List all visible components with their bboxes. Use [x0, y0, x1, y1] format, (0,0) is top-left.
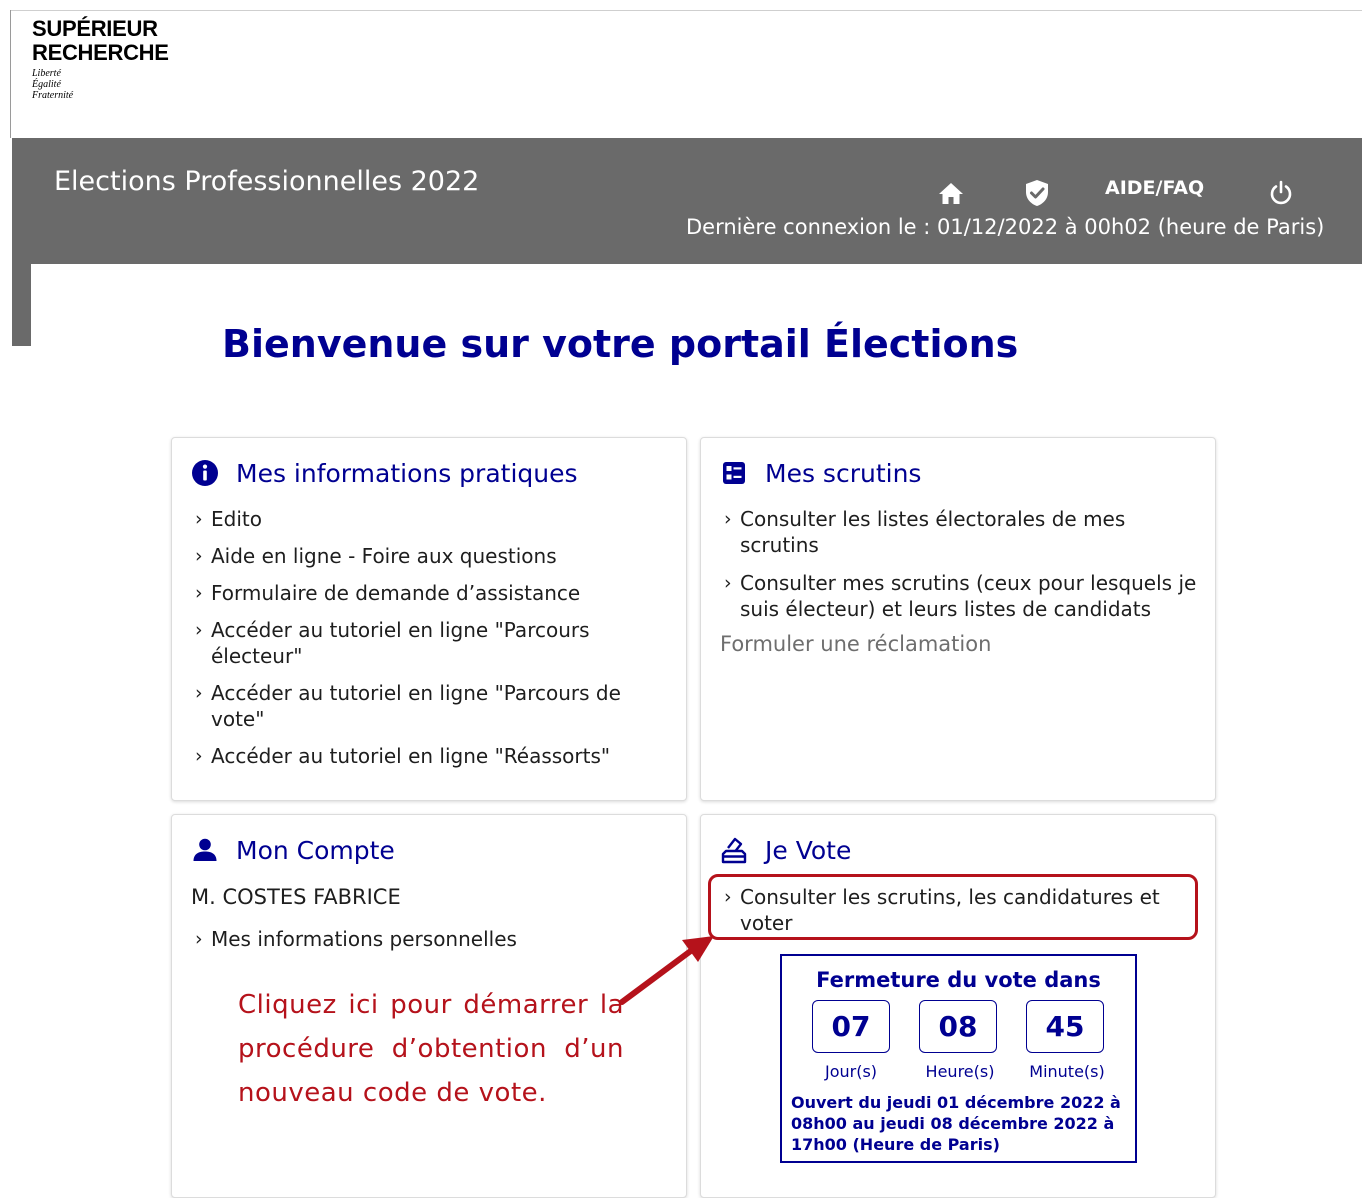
last-login-text: Dernière connexion le : 01/12/2022 à 00h…	[686, 215, 1325, 239]
vote-countdown: Fermeture du vote dans 07 08 45 Jour(s) …	[780, 954, 1137, 1163]
countdown-minutes-label: Minute(s)	[1029, 1062, 1105, 1081]
logo-line-1: SUPÉRIEUR	[32, 16, 158, 41]
ministry-logo: SUPÉRIEUR RECHERCHE Liberté Égalité Frat…	[32, 16, 169, 102]
aide-faq-link[interactable]: AIDE/FAQ	[1105, 177, 1204, 199]
motto-liberte: Liberté	[32, 68, 61, 79]
logo-line-2: RECHERCHE	[32, 40, 169, 65]
page-title: Bienvenue sur votre portail Élections	[222, 322, 1019, 366]
compte-links-list: Mes informations personnelles	[192, 926, 672, 963]
link-tutoriel-reassorts[interactable]: Accéder au tutoriel en ligne "Réassorts"	[192, 743, 672, 769]
link-listes-electorales[interactable]: Consulter les listes électorales de mes …	[721, 506, 1201, 558]
countdown-hours: 08	[919, 1000, 997, 1053]
logo-motto: Liberté Égalité Fraternité	[32, 68, 169, 101]
page-frame-left	[10, 10, 11, 138]
link-tutoriel-parcours-vote[interactable]: Accéder au tutoriel en ligne "Parcours d…	[192, 680, 672, 732]
card-header: Mes informations pratiques	[190, 458, 578, 488]
card-header: Mes scrutins	[719, 458, 921, 488]
home-icon[interactable]	[936, 178, 966, 208]
user-icon	[190, 835, 220, 865]
ballot-list-icon	[719, 458, 749, 488]
card-title: Je Vote	[765, 835, 852, 865]
info-icon	[190, 458, 220, 488]
vote-icon	[719, 835, 749, 865]
countdown-days: 07	[812, 1000, 890, 1053]
countdown-hours-label: Heure(s)	[925, 1062, 995, 1081]
annotation-arrow-icon	[619, 936, 714, 1005]
card-title: Mes scrutins	[765, 458, 922, 488]
card-mes-scrutins: Mes scrutins Consulter les listes électo…	[700, 437, 1216, 801]
link-aide-en-ligne[interactable]: Aide en ligne - Foire aux questions	[192, 543, 672, 569]
card-informations-pratiques: Mes informations pratiques Edito Aide en…	[171, 437, 687, 801]
app-title: Elections Professionnelles 2022	[54, 166, 480, 197]
page-frame-top	[10, 10, 1362, 11]
countdown-days-label: Jour(s)	[824, 1062, 878, 1081]
card-title: Mes informations pratiques	[236, 458, 578, 488]
motto-egalite: Égalité	[32, 79, 61, 90]
link-edito[interactable]: Edito	[192, 506, 672, 532]
annotation-instruction-text: Cliquez ici pour démarrer la procédure d…	[238, 990, 624, 1108]
link-consulter-mes-scrutins[interactable]: Consulter mes scrutins (ceux pour lesque…	[721, 570, 1201, 622]
link-informations-personnelles[interactable]: Mes informations personnelles	[192, 926, 672, 952]
card-header: Je Vote	[719, 835, 851, 865]
card-header: Mon Compte	[190, 835, 395, 865]
logout-power-icon[interactable]	[1266, 178, 1296, 208]
annotation-highlight-box	[708, 874, 1198, 940]
vote-opening-period: Ouvert du jeudi 01 décembre 2022 à 08h00…	[791, 1093, 1121, 1154]
link-formulaire-assistance[interactable]: Formulaire de demande d’assistance	[192, 580, 672, 606]
link-formuler-reclamation[interactable]: Formuler une réclamation	[720, 632, 991, 656]
motto-fraternite: Fraternité	[32, 90, 74, 101]
countdown-minutes: 45	[1026, 1000, 1104, 1053]
shield-check-icon[interactable]	[1022, 178, 1052, 208]
info-links-list: Edito Aide en ligne - Foire aux question…	[192, 506, 672, 780]
countdown-title: Fermeture du vote dans	[816, 968, 1101, 992]
user-name: M. COSTES FABRICE	[191, 885, 401, 909]
link-tutoriel-parcours-electeur[interactable]: Accéder au tutoriel en ligne "Parcours é…	[192, 617, 672, 669]
scrutins-links-list: Consulter les listes électorales de mes …	[721, 506, 1201, 634]
card-title: Mon Compte	[236, 835, 395, 865]
